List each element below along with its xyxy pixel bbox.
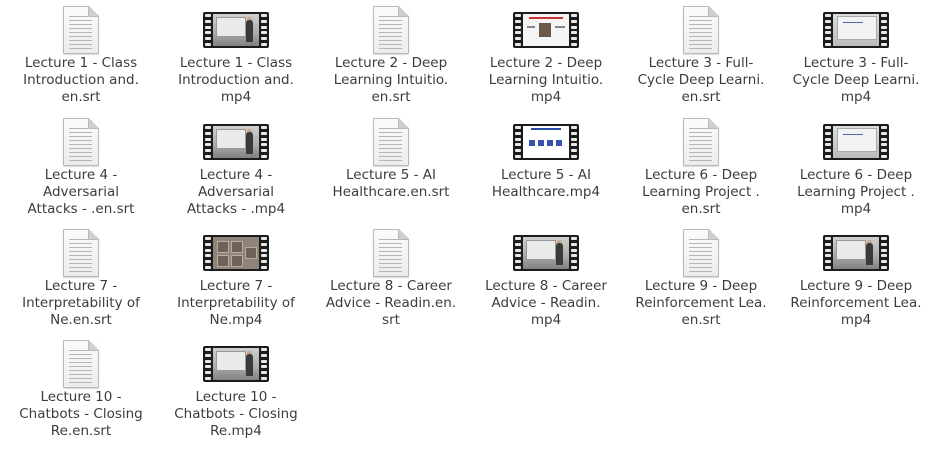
video-file-icon[interactable] xyxy=(471,118,621,166)
file-name-label[interactable]: Lecture 3 - Full- Cycle Deep Learni. mp4 xyxy=(781,55,931,106)
file-item[interactable]: Lecture 5 - AI Healthcare.mp4 xyxy=(471,112,621,220)
file-name-label[interactable]: Lecture 2 - Deep Learning Intuitio. mp4 xyxy=(471,55,621,106)
file-item[interactable]: Lecture 1 - Class Introduction and. mp4 xyxy=(161,0,311,108)
text-file-icon xyxy=(683,6,719,54)
text-file-icon xyxy=(373,229,409,277)
video-file-icon[interactable] xyxy=(471,6,621,54)
file-name-label[interactable]: Lecture 10 - Chatbots - Closing Re.en.sr… xyxy=(6,389,156,440)
file-name-label[interactable]: Lecture 3 - Full- Cycle Deep Learni. en.… xyxy=(626,55,776,106)
text-file-icon xyxy=(63,340,99,388)
video-thumbnail xyxy=(823,235,889,271)
file-name-label[interactable]: Lecture 1 - Class Introduction and. mp4 xyxy=(161,55,311,106)
file-item[interactable]: Lecture 6 - Deep Learning Project . en.s… xyxy=(626,112,776,220)
video-file-icon[interactable] xyxy=(161,229,311,277)
file-name-label[interactable]: Lecture 6 - Deep Learning Project . en.s… xyxy=(626,167,776,218)
file-name-label[interactable]: Lecture 10 - Chatbots - Closing Re.mp4 xyxy=(161,389,311,440)
file-name-label[interactable]: Lecture 7 - Interpretability of Ne.en.sr… xyxy=(6,278,156,329)
file-name-label[interactable]: Lecture 5 - AI Healthcare.mp4 xyxy=(471,167,621,201)
file-item[interactable]: Lecture 9 - Deep Reinforcement Lea. en.s… xyxy=(626,223,776,331)
video-thumbnail xyxy=(203,346,269,382)
file-name-label[interactable]: Lecture 7 - Interpretability of Ne.mp4 xyxy=(161,278,311,329)
text-file-icon[interactable] xyxy=(6,118,156,166)
file-grid: Lecture 1 - Class Introduction and. en.s… xyxy=(0,0,935,449)
video-thumbnail xyxy=(203,12,269,48)
video-thumbnail xyxy=(203,235,269,271)
file-item[interactable]: Lecture 4 - Adversarial Attacks - .mp4 xyxy=(161,112,311,220)
file-item[interactable]: Lecture 7 - Interpretability of Ne.mp4 xyxy=(161,223,311,331)
text-file-icon[interactable] xyxy=(6,340,156,388)
file-name-label[interactable]: Lecture 9 - Deep Reinforcement Lea. en.s… xyxy=(626,278,776,329)
file-item[interactable]: Lecture 8 - Career Advice - Readin.en. s… xyxy=(316,223,466,331)
file-item[interactable]: Lecture 5 - AI Healthcare.en.srt xyxy=(316,112,466,220)
file-item[interactable]: Lecture 1 - Class Introduction and. en.s… xyxy=(6,0,156,108)
text-file-icon xyxy=(63,6,99,54)
file-name-label[interactable]: Lecture 9 - Deep Reinforcement Lea. mp4 xyxy=(781,278,931,329)
file-item[interactable]: Lecture 10 - Chatbots - Closing Re.mp4 xyxy=(161,334,311,442)
video-thumbnail xyxy=(823,12,889,48)
file-item[interactable]: Lecture 7 - Interpretability of Ne.en.sr… xyxy=(6,223,156,331)
text-file-icon[interactable] xyxy=(626,118,776,166)
text-file-icon[interactable] xyxy=(316,118,466,166)
file-name-label[interactable]: Lecture 5 - AI Healthcare.en.srt xyxy=(316,167,466,201)
text-file-icon[interactable] xyxy=(6,229,156,277)
text-file-icon xyxy=(683,118,719,166)
file-item[interactable]: Lecture 2 - Deep Learning Intuitio. mp4 xyxy=(471,0,621,108)
text-file-icon[interactable] xyxy=(626,6,776,54)
text-file-icon xyxy=(63,229,99,277)
file-name-label[interactable]: Lecture 2 - Deep Learning Intuitio. en.s… xyxy=(316,55,466,106)
file-item[interactable]: Lecture 6 - Deep Learning Project . mp4 xyxy=(781,112,931,220)
video-file-icon[interactable] xyxy=(781,6,931,54)
text-file-icon xyxy=(63,118,99,166)
video-thumbnail xyxy=(513,12,579,48)
file-name-label[interactable]: Lecture 4 - Adversarial Attacks - .en.sr… xyxy=(6,167,156,218)
video-file-icon[interactable] xyxy=(161,340,311,388)
video-file-icon[interactable] xyxy=(781,118,931,166)
file-item[interactable]: Lecture 3 - Full- Cycle Deep Learni. mp4 xyxy=(781,0,931,108)
video-thumbnail xyxy=(513,124,579,160)
file-item[interactable]: Lecture 2 - Deep Learning Intuitio. en.s… xyxy=(316,0,466,108)
video-file-icon[interactable] xyxy=(161,118,311,166)
file-item[interactable]: Lecture 4 - Adversarial Attacks - .en.sr… xyxy=(6,112,156,220)
file-name-label[interactable]: Lecture 8 - Career Advice - Readin. mp4 xyxy=(471,278,621,329)
text-file-icon[interactable] xyxy=(626,229,776,277)
video-file-icon[interactable] xyxy=(471,229,621,277)
file-name-label[interactable]: Lecture 4 - Adversarial Attacks - .mp4 xyxy=(161,167,311,218)
file-item[interactable]: Lecture 10 - Chatbots - Closing Re.en.sr… xyxy=(6,334,156,442)
video-file-icon[interactable] xyxy=(161,6,311,54)
video-thumbnail xyxy=(513,235,579,271)
file-name-label[interactable]: Lecture 1 - Class Introduction and. en.s… xyxy=(6,55,156,106)
file-item[interactable]: Lecture 9 - Deep Reinforcement Lea. mp4 xyxy=(781,223,931,331)
text-file-icon xyxy=(373,6,409,54)
file-name-label[interactable]: Lecture 8 - Career Advice - Readin.en. s… xyxy=(316,278,466,329)
video-thumbnail xyxy=(203,124,269,160)
video-file-icon[interactable] xyxy=(781,229,931,277)
file-item[interactable]: Lecture 3 - Full- Cycle Deep Learni. en.… xyxy=(626,0,776,108)
text-file-icon xyxy=(373,118,409,166)
file-name-label[interactable]: Lecture 6 - Deep Learning Project . mp4 xyxy=(781,167,931,218)
file-item[interactable]: Lecture 8 - Career Advice - Readin. mp4 xyxy=(471,223,621,331)
video-thumbnail xyxy=(823,124,889,160)
text-file-icon[interactable] xyxy=(316,6,466,54)
text-file-icon xyxy=(683,229,719,277)
text-file-icon[interactable] xyxy=(6,6,156,54)
text-file-icon[interactable] xyxy=(316,229,466,277)
